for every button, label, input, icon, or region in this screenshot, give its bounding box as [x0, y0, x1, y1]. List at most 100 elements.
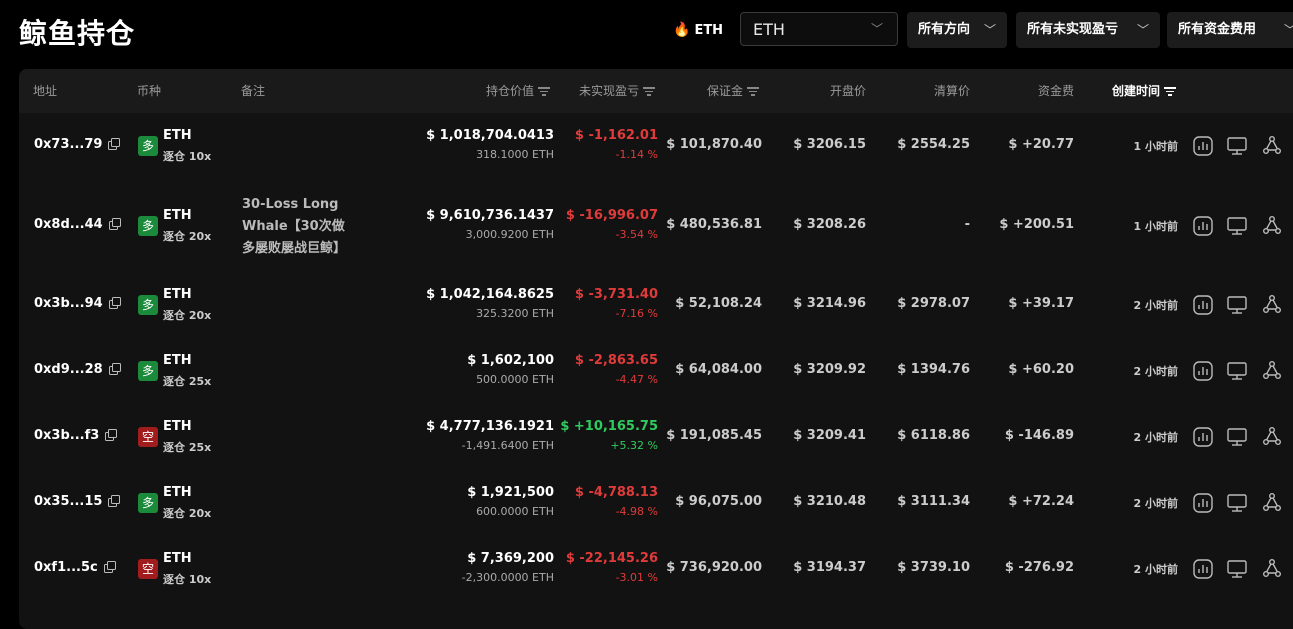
funding-value: $ +20.77 [1008, 137, 1074, 152]
created-time: 2 小时前 [1133, 299, 1178, 312]
monitor-icon[interactable] [1226, 426, 1248, 448]
position-size: 3,000.9200 ETH [465, 228, 554, 241]
position-size: 318.1000 ETH [476, 148, 554, 161]
margin-value: $ 191,085.45 [666, 428, 762, 443]
side-badge: 多 [138, 493, 158, 513]
monitor-icon[interactable] [1226, 492, 1248, 514]
side-badge: 多 [138, 216, 158, 236]
chart-icon[interactable] [1192, 558, 1214, 580]
chevron-down-icon: ﹀ [1136, 23, 1149, 37]
copy-icon[interactable] [108, 363, 121, 375]
address-cell[interactable]: 0xf1...5c [34, 560, 116, 575]
monitor-icon[interactable] [1226, 294, 1248, 316]
position-value: $ 1,018,704.0413 [426, 128, 554, 143]
side-badge: 多 [138, 361, 158, 381]
monitor-icon[interactable] [1226, 135, 1248, 157]
chart-icon[interactable] [1192, 135, 1214, 157]
header-funding: 资金费 [1038, 84, 1075, 98]
address-cell[interactable]: 0x8d...44 [34, 217, 121, 232]
unrealized-filter[interactable]: 所有未实现盈亏 ﹀ [1016, 12, 1160, 48]
funding-value: $ +60.20 [1008, 362, 1074, 377]
coin-name: ETH [163, 287, 192, 302]
side-badge: 多 [138, 295, 158, 315]
copy-icon[interactable] [103, 561, 116, 573]
unrealized-pnl-pct: -4.98 % [615, 505, 658, 518]
unrealized-filter-label: 所有未实现盈亏 [1027, 22, 1119, 37]
network-icon[interactable] [1261, 360, 1283, 382]
header-created-label: 创建时间 [1112, 84, 1161, 98]
chevron-down-icon: ﹀ [870, 22, 883, 36]
copy-icon[interactable] [108, 297, 121, 309]
monitor-icon[interactable] [1226, 215, 1248, 237]
position-value: $ 7,369,200 [467, 551, 554, 566]
network-icon[interactable] [1261, 558, 1283, 580]
position-value: $ 4,777,136.1921 [426, 419, 554, 434]
copy-icon[interactable] [105, 429, 118, 441]
liq-price: $ 2978.07 [897, 296, 970, 311]
address-cell[interactable]: 0xd9...28 [34, 362, 121, 377]
margin-value: $ 480,536.81 [666, 217, 762, 232]
header-unrealized-pnl[interactable]: 未实现盈亏 [579, 69, 656, 113]
unrealized-pnl: $ -2,863.65 [574, 353, 658, 368]
coin-tag[interactable]: 🔥 ETH [673, 12, 723, 48]
position-size: 325.3200 ETH [476, 307, 554, 320]
position-value: $ 1,602,100 [467, 353, 554, 368]
address-cell[interactable]: 0x73...79 [34, 137, 121, 152]
funding-value: $ -146.89 [1004, 428, 1074, 443]
coin-select[interactable]: ETH ﹀ [740, 12, 898, 46]
header-coin: 币种 [137, 84, 162, 98]
table-row: 0xd9...28 多 ETH 逐仓 25x $ 1,602,100 500.0000 E… [19, 351, 1293, 391]
network-icon[interactable] [1261, 492, 1283, 514]
chevron-down-icon: ﹀ [983, 23, 996, 37]
address-cell[interactable]: 0x3b...94 [34, 296, 121, 311]
copy-icon[interactable] [108, 495, 121, 507]
chart-icon[interactable] [1192, 294, 1214, 316]
network-icon[interactable] [1261, 215, 1283, 237]
margin-value: $ 64,084.00 [675, 362, 762, 377]
leverage-label: 逐仓 10x [163, 573, 212, 586]
created-time: 1 小时前 [1133, 220, 1178, 233]
position-size: -1,491.6400 ETH [461, 439, 554, 452]
chevron-down-icon: ﹀ [1284, 12, 1293, 48]
direction-filter[interactable]: 所有方向 ﹀ [907, 12, 1007, 48]
header-margin[interactable]: 保证金 [707, 69, 760, 113]
funding-value: $ -276.92 [1004, 560, 1074, 575]
address-cell[interactable]: 0x3b...f3 [34, 428, 118, 443]
header-unrealized-pnl-label: 未实现盈亏 [579, 84, 640, 98]
side-badge: 多 [138, 136, 158, 156]
chart-icon[interactable] [1192, 492, 1214, 514]
network-icon[interactable] [1261, 426, 1283, 448]
position-value: $ 1,042,164.8625 [426, 287, 554, 302]
monitor-icon[interactable] [1226, 558, 1248, 580]
side-badge: 空 [138, 427, 158, 447]
leverage-label: 逐仓 25x [163, 441, 212, 454]
unrealized-pnl-pct: -4.47 % [615, 373, 658, 386]
copy-icon[interactable] [108, 138, 121, 150]
table-row: 0xf1...5c 空 ETH 逐仓 10x $ 7,369,200 -2,300.000… [19, 549, 1293, 589]
header-created[interactable]: 创建时间 [1112, 69, 1177, 113]
header-position-value[interactable]: 持仓价值 [486, 69, 551, 113]
address-cell[interactable]: 0x35...15 [34, 494, 121, 509]
funding-value: $ +39.17 [1008, 296, 1074, 311]
network-icon[interactable] [1261, 294, 1283, 316]
entry-price: $ 3209.41 [793, 428, 866, 443]
funding-filter[interactable]: 所有资金费用 ﹀ [1167, 12, 1293, 48]
address-text: 0x3b...f3 [34, 428, 100, 443]
chart-icon[interactable] [1192, 215, 1214, 237]
chart-icon[interactable] [1192, 426, 1214, 448]
monitor-icon[interactable] [1226, 360, 1248, 382]
sort-icon [1164, 85, 1177, 98]
unrealized-pnl-pct: -3.01 % [615, 571, 658, 584]
unrealized-pnl: $ -16,996.07 [565, 208, 658, 223]
unrealized-pnl: $ -22,145.26 [565, 551, 658, 566]
sort-icon [538, 85, 551, 98]
unrealized-pnl-pct: +5.32 % [610, 439, 658, 452]
network-icon[interactable] [1261, 135, 1283, 157]
coin-name: ETH [163, 208, 192, 223]
copy-icon[interactable] [108, 218, 121, 230]
unrealized-pnl-pct: -7.16 % [615, 307, 658, 320]
liq-price: $ 3111.34 [897, 494, 970, 509]
chart-icon[interactable] [1192, 360, 1214, 382]
leverage-label: 逐仓 20x [163, 230, 212, 243]
margin-value: $ 96,075.00 [675, 494, 762, 509]
